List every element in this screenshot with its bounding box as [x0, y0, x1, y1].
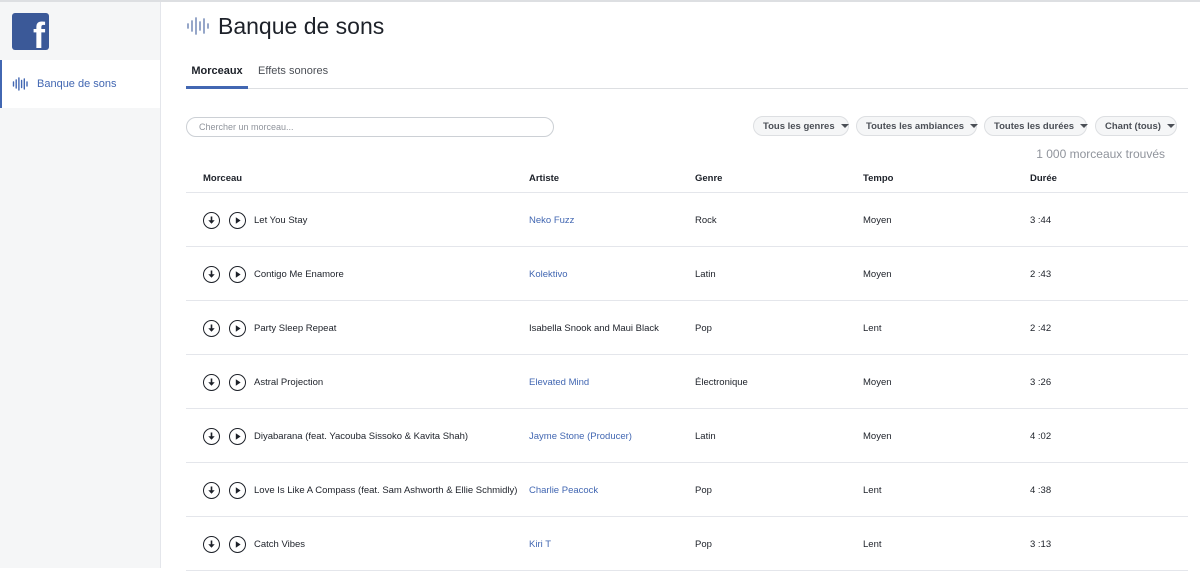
track-artist[interactable]: Jayme Stone (Producer): [529, 431, 632, 442]
mood-filter-dropdown[interactable]: Toutes les ambiances: [856, 116, 979, 136]
track-cell: Love Is Like A Compass (feat. Sam Ashwor…: [203, 463, 517, 517]
table-header: Morceau Artiste Genre Tempo Durée: [186, 166, 1188, 193]
duration-filter-dropdown[interactable]: Toutes les durées: [984, 116, 1089, 136]
track-title: Party Sleep Repeat: [254, 322, 337, 334]
tab-effets-sonores[interactable]: Effets sonores: [258, 58, 328, 89]
genre-filter-dropdown[interactable]: Tous les genres: [753, 116, 849, 136]
track-tempo: Lent: [863, 484, 882, 496]
column-header-artiste: Artiste: [529, 173, 560, 184]
search-input[interactable]: [186, 117, 554, 137]
track-artist[interactable]: Elevated Mind: [529, 377, 589, 388]
track-title: Love Is Like A Compass (feat. Sam Ashwor…: [254, 484, 518, 496]
track-title: Diyabarana (feat. Yacouba Sissoko & Kavi…: [254, 430, 469, 442]
track-cell: Party Sleep Repeat: [203, 301, 336, 355]
column-header-duree: Durée: [1030, 173, 1057, 184]
sidebar: f Banque de sons: [0, 2, 161, 568]
column-header-tempo: Tempo: [863, 173, 894, 184]
sound-wave-icon: [187, 17, 209, 35]
column-header-morceau: Morceau: [203, 173, 243, 184]
filter-label: Toutes les ambiances: [866, 120, 965, 132]
track-tempo: Moyen: [863, 214, 892, 226]
download-icon[interactable]: [203, 427, 220, 445]
play-icon[interactable]: [229, 211, 246, 229]
play-icon[interactable]: [229, 319, 246, 337]
sound-wave-icon: [12, 77, 28, 91]
tab-bar: Morceaux Effets sonores: [186, 58, 1188, 89]
track-artist[interactable]: Neko Fuzz: [529, 215, 574, 226]
play-icon[interactable]: [229, 535, 246, 553]
track-title: Let You Stay: [254, 214, 308, 226]
page-header: Banque de sons: [186, 11, 384, 41]
page-title: Banque de sons: [218, 12, 385, 39]
chevron-down-icon: [970, 124, 979, 128]
track-duration: 4 :38: [1030, 484, 1052, 496]
track-duration: 4 :02: [1030, 430, 1052, 442]
track-tempo: Moyen: [863, 430, 892, 442]
filter-label: Tous les genres: [763, 120, 835, 132]
track-tempo: Lent: [863, 538, 882, 550]
sidebar-item-banque-de-sons[interactable]: Banque de sons: [0, 60, 160, 108]
track-title: Catch Vibes: [254, 538, 306, 550]
download-icon[interactable]: [203, 211, 220, 229]
sidebar-item-label: Banque de sons: [37, 78, 117, 90]
track-genre: Pop: [695, 484, 712, 496]
track-cell: Contigo Me Enamore: [203, 247, 344, 301]
table-row: Catch Vibes Kiri T Pop Lent 3 :13: [186, 517, 1188, 571]
tab-morceaux[interactable]: Morceaux: [186, 58, 248, 89]
chevron-down-icon: [1080, 124, 1089, 128]
play-icon[interactable]: [229, 265, 246, 283]
track-artist: Isabella Snook and Maui Black: [529, 322, 659, 334]
filter-label: Chant (tous): [1105, 120, 1161, 132]
track-genre: Latin: [695, 430, 716, 442]
table-row: Let You Stay Neko Fuzz Rock Moyen 3 :44: [186, 193, 1188, 247]
chevron-down-icon: [840, 124, 849, 128]
column-header-genre: Genre: [695, 173, 723, 184]
results-count: 1 000 morceaux trouvés: [1036, 147, 1165, 161]
track-cell: Let You Stay: [203, 193, 307, 247]
track-artist[interactable]: Kiri T: [529, 539, 551, 550]
track-title: Contigo Me Enamore: [254, 268, 344, 280]
track-genre: Pop: [695, 538, 712, 550]
table-row: Love Is Like A Compass (feat. Sam Ashwor…: [186, 463, 1188, 517]
track-title: Astral Projection: [254, 376, 324, 388]
facebook-logo-letter: f: [33, 15, 45, 51]
filter-label: Toutes les durées: [994, 120, 1075, 132]
play-icon[interactable]: [229, 373, 246, 391]
download-icon[interactable]: [203, 535, 220, 553]
main-content: Banque de sons Morceaux Effets sonores T…: [186, 0, 1188, 571]
track-cell: Diyabarana (feat. Yacouba Sissoko & Kavi…: [203, 409, 468, 463]
table-row: Party Sleep Repeat Isabella Snook and Mau…: [186, 301, 1188, 355]
table-row: Diyabarana (feat. Yacouba Sissoko & Kavi…: [186, 409, 1188, 463]
chevron-down-icon: [1166, 124, 1175, 128]
table-row: Astral Projection Elevated Mind Électroniq…: [186, 355, 1188, 409]
track-cell: Catch Vibes: [203, 517, 305, 571]
track-genre: Pop: [695, 322, 712, 334]
track-duration: 3 :44: [1030, 214, 1052, 226]
download-icon[interactable]: [203, 265, 220, 283]
track-duration: 2 :43: [1030, 268, 1052, 280]
play-icon[interactable]: [229, 481, 246, 499]
track-duration: 2 :42: [1030, 322, 1052, 334]
track-tempo: Moyen: [863, 376, 892, 388]
table-row: Contigo Me Enamore Kolektivo Latin Moyen 2 :…: [186, 247, 1188, 301]
download-icon[interactable]: [203, 319, 220, 337]
download-icon[interactable]: [203, 481, 220, 499]
download-icon[interactable]: [203, 373, 220, 391]
vocals-filter-dropdown[interactable]: Chant (tous): [1095, 116, 1177, 136]
track-artist[interactable]: Charlie Peacock: [529, 485, 598, 496]
track-genre: Latin: [695, 268, 716, 280]
track-genre: Rock: [695, 214, 717, 226]
track-genre: Électronique: [695, 376, 748, 388]
facebook-logo-icon[interactable]: f: [12, 13, 49, 50]
track-duration: 3 :13: [1030, 538, 1052, 550]
track-artist[interactable]: Kolektivo: [529, 269, 568, 280]
track-cell: Astral Projection: [203, 355, 323, 409]
track-duration: 3 :26: [1030, 376, 1052, 388]
track-tempo: Moyen: [863, 268, 892, 280]
track-tempo: Lent: [863, 322, 882, 334]
play-icon[interactable]: [229, 427, 246, 445]
